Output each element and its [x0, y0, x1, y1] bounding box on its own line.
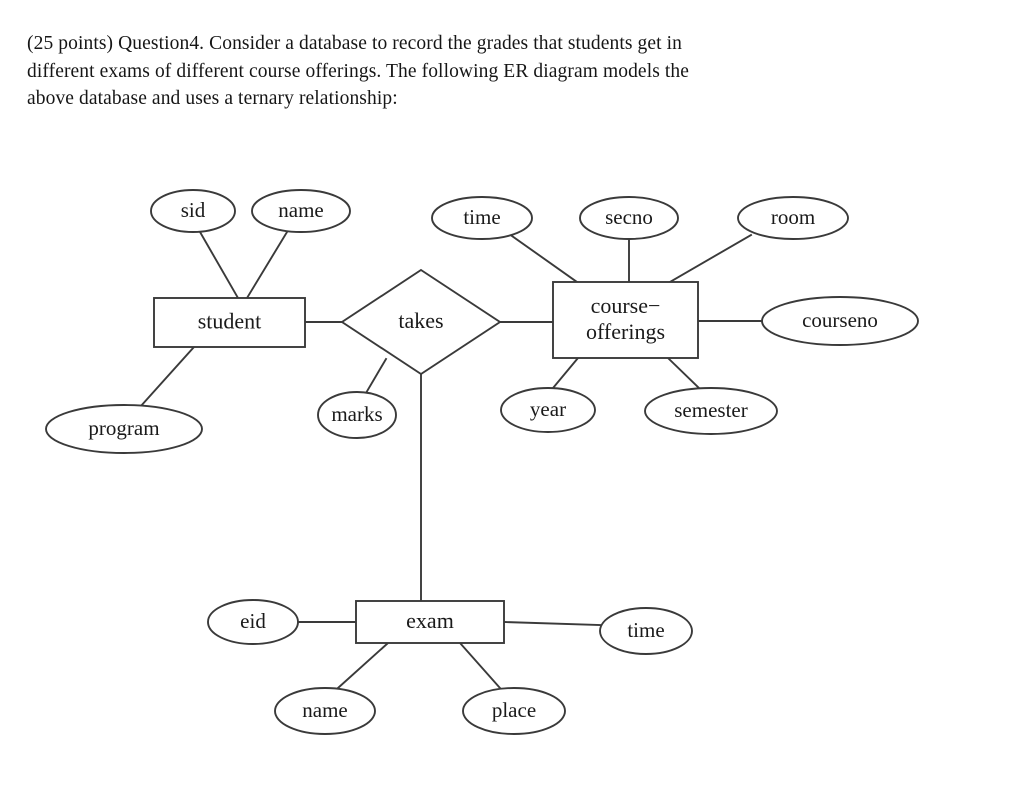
er-diagram-canvas: student course− offerings exam takes sid name p… — [45, 189, 919, 735]
node-label: eid — [240, 609, 266, 633]
edge-time-co-course-offerings — [510, 234, 579, 284]
edge-takes-marks — [364, 357, 388, 395]
attribute-program[interactable]: program — [45, 404, 203, 454]
node-label: time — [463, 205, 500, 229]
attribute-courseno[interactable]: courseno — [761, 296, 919, 346]
attribute-year[interactable]: year — [500, 387, 596, 433]
node-label: place — [492, 698, 536, 722]
entity-student[interactable]: student — [153, 297, 306, 348]
edge-course-offerings-year — [551, 356, 580, 390]
edge-name-student — [245, 230, 289, 300]
attribute-room[interactable]: room — [737, 196, 849, 240]
attribute-marks[interactable]: marks — [317, 391, 397, 439]
er-diagram: student course− offerings exam takes sid name p… — [0, 155, 1024, 775]
question-text: (25 points) Question4. Consider a databa… — [27, 33, 689, 110]
node-label: room — [771, 205, 815, 229]
attribute-sid[interactable]: sid — [150, 189, 236, 233]
node-label: exam — [406, 608, 454, 633]
entity-exam[interactable]: exam — [355, 600, 505, 644]
edge-exam-place — [458, 641, 502, 690]
attribute-eid[interactable]: eid — [207, 599, 299, 645]
node-label: takes — [398, 308, 443, 333]
node-label: year — [530, 397, 566, 421]
edge-course-offerings-semester — [666, 356, 702, 391]
nodes-layer: student course− offerings exam takes sid name p… — [45, 189, 919, 735]
node-label: program — [88, 416, 159, 440]
entity-course-offerings[interactable]: course− offerings — [552, 281, 699, 359]
attribute-time-co[interactable]: time — [431, 196, 533, 240]
attribute-semester[interactable]: semester — [644, 387, 778, 435]
edge-sid-student — [198, 230, 240, 300]
edge-exam-time-exam — [503, 621, 601, 626]
attribute-name-exam[interactable]: name — [274, 687, 376, 735]
relationship-takes[interactable]: takes — [340, 268, 502, 376]
edge-room-course-offerings — [668, 233, 753, 284]
node-label: sid — [181, 198, 206, 222]
attribute-secno[interactable]: secno — [579, 196, 679, 240]
node-label: courseno — [802, 308, 878, 332]
node-label: secno — [605, 205, 653, 229]
node-label: name — [302, 698, 347, 722]
edge-student-program — [138, 345, 196, 409]
attribute-time-exam[interactable]: time — [599, 607, 693, 655]
node-label: marks — [331, 402, 382, 426]
node-label: course− offerings — [586, 293, 665, 344]
node-label: time — [627, 618, 664, 642]
node-label: student — [198, 309, 262, 334]
edge-exam-name-exam — [336, 641, 390, 690]
node-label: name — [278, 198, 323, 222]
node-label: semester — [674, 398, 747, 422]
attribute-name[interactable]: name — [251, 189, 351, 233]
attribute-place[interactable]: place — [462, 687, 566, 735]
